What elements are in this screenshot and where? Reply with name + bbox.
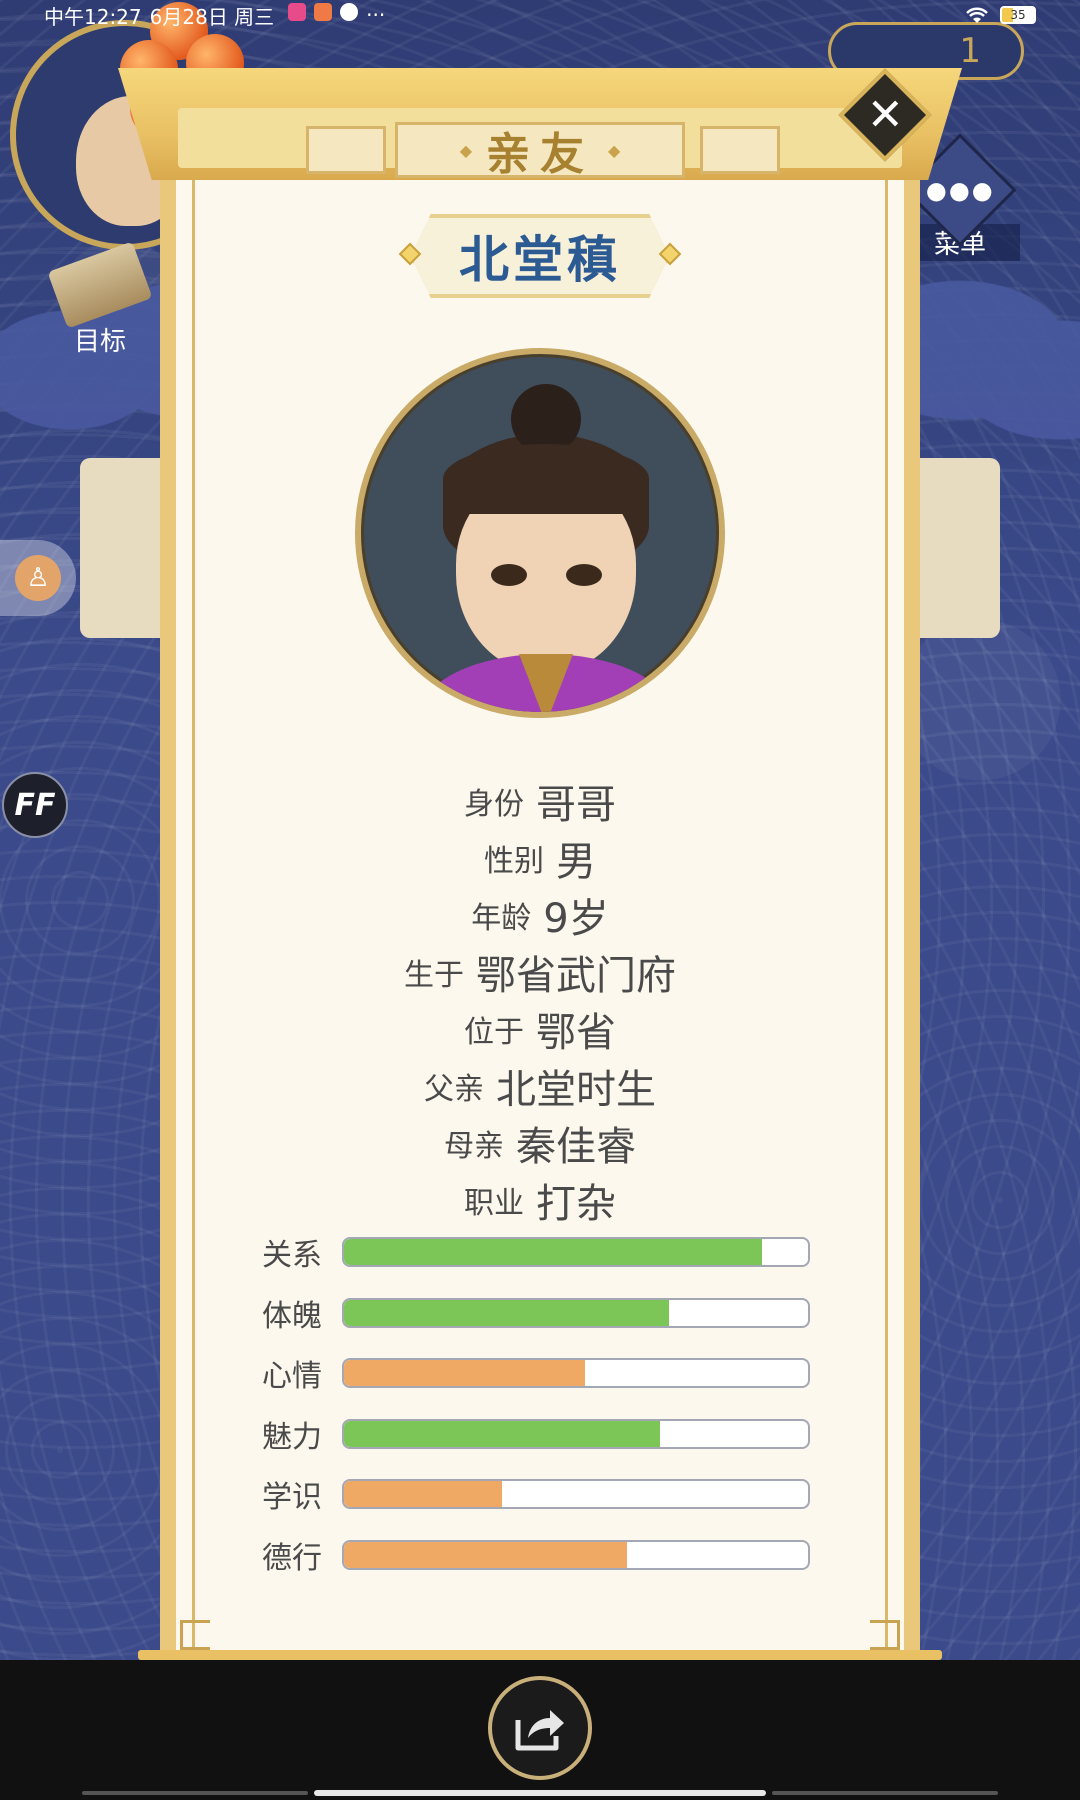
share-button[interactable] [488,1676,592,1780]
corner-ornament [180,1620,210,1650]
info-row: 父亲 北堂时生 [170,1057,910,1114]
info-row: 职业 打杂 [170,1171,910,1228]
stat-bar [342,1479,810,1510]
character-name-plate: 北堂稹 [398,214,682,298]
info-row: 生于 鄂省武门府 [170,943,910,1000]
info-key: 生于 [404,957,464,993]
stat-bar-fill [344,1541,628,1568]
stat-bar [342,1539,810,1570]
character-info-list: 身份 哥哥 性别男年龄 9岁 生于 鄂省武门府 位于 鄂省 父亲 北堂时生 母亲 秦佳睿 职业 打杂 [170,772,910,1228]
stat-bar [342,1237,810,1268]
header-plate-right [700,126,780,174]
qq-icon [340,3,359,21]
stat-row: 魅力 [262,1404,822,1465]
stat-bar-fill [344,1239,762,1266]
info-row: 性别男 [170,829,910,886]
stat-row: 学识 [262,1464,822,1525]
info-value: 哥哥 [536,781,616,828]
close-icon: ✕ [866,89,904,140]
info-value: 秦佳睿 [516,1123,636,1170]
gold-value: 1 [959,31,981,71]
app-notification-icon [314,3,333,21]
status-more: ··· [366,3,386,27]
diamond-icon: ◆ [459,140,472,160]
scroll-icon [47,241,153,329]
info-value: 鄂省 [536,1009,616,1056]
info-row: 母亲 秦佳睿 [170,1114,910,1171]
nav-hint-right [772,1791,998,1795]
stat-label: 关系 [262,1238,322,1274]
info-value: 北堂时生 [496,1066,656,1113]
home-indicator[interactable] [314,1790,766,1796]
stat-bar [342,1418,810,1449]
header-plate-left [306,126,386,174]
character-stats: 关系体魄心情魅力学识德行 [262,1222,822,1585]
info-row: 位于 鄂省 [170,1000,910,1057]
diamond-icon: ◆ [608,140,621,160]
status-time: 中午12:27 [44,4,142,29]
info-value: 鄂省武门府 [476,952,676,999]
info-key: 身份 [464,786,524,822]
ff-button[interactable]: FF [2,772,68,838]
stat-label: 德行 [262,1540,322,1576]
nav-hint-left [82,1791,308,1795]
status-bar: 中午12:27 6月28日 周三 ··· 35 [0,0,1080,30]
info-key: 位于 [464,1014,524,1050]
info-key: 母亲 [444,1128,504,1164]
app-notification-icon [288,3,307,21]
info-key: 年龄 [471,900,532,936]
stat-row: 体魄 [262,1283,822,1344]
dialog-title: 亲友 [486,129,594,180]
target-label: 目标 [73,327,126,357]
stat-label: 学识 [262,1480,322,1516]
accessibility-float-button[interactable]: ♙ [0,540,76,616]
corner-ornament [870,1620,900,1650]
scroll-bottom-rod [138,1650,942,1660]
character-portrait [355,348,725,718]
wifi-icon [966,7,988,23]
share-icon [515,1710,564,1751]
stat-row: 德行 [262,1525,822,1586]
info-value: 男 [556,838,596,885]
stat-bar [342,1297,810,1328]
stat-bar-fill [344,1481,502,1508]
status-app-icons: ··· [288,3,385,27]
info-key: 性别 [484,843,544,879]
info-value: 9岁 [543,895,609,942]
info-key: 父亲 [424,1071,484,1107]
accessibility-icon: ♙ [15,555,61,601]
status-date: 6月28日 周三 [149,4,275,29]
character-name: 北堂稹 [459,231,621,289]
stat-bar-fill [344,1360,586,1387]
stat-label: 魅力 [262,1419,322,1455]
dialog-title-plate: ◆ 亲友 ◆ [395,122,685,180]
stat-bar [342,1358,810,1389]
info-value: 打杂 [536,1180,616,1227]
info-key: 职业 [464,1185,524,1221]
target-button[interactable]: 目标 [40,241,160,358]
info-row: 年龄 9岁 [170,886,910,943]
stat-bar-fill [344,1420,660,1447]
stat-row: 关系 [262,1222,822,1283]
stat-row: 心情 [262,1343,822,1404]
stat-label: 心情 [262,1359,322,1395]
info-row: 身份 哥哥 [170,772,910,829]
stat-bar-fill [344,1299,669,1326]
battery-icon: 35 [1000,6,1036,24]
stat-label: 体魄 [262,1298,322,1334]
